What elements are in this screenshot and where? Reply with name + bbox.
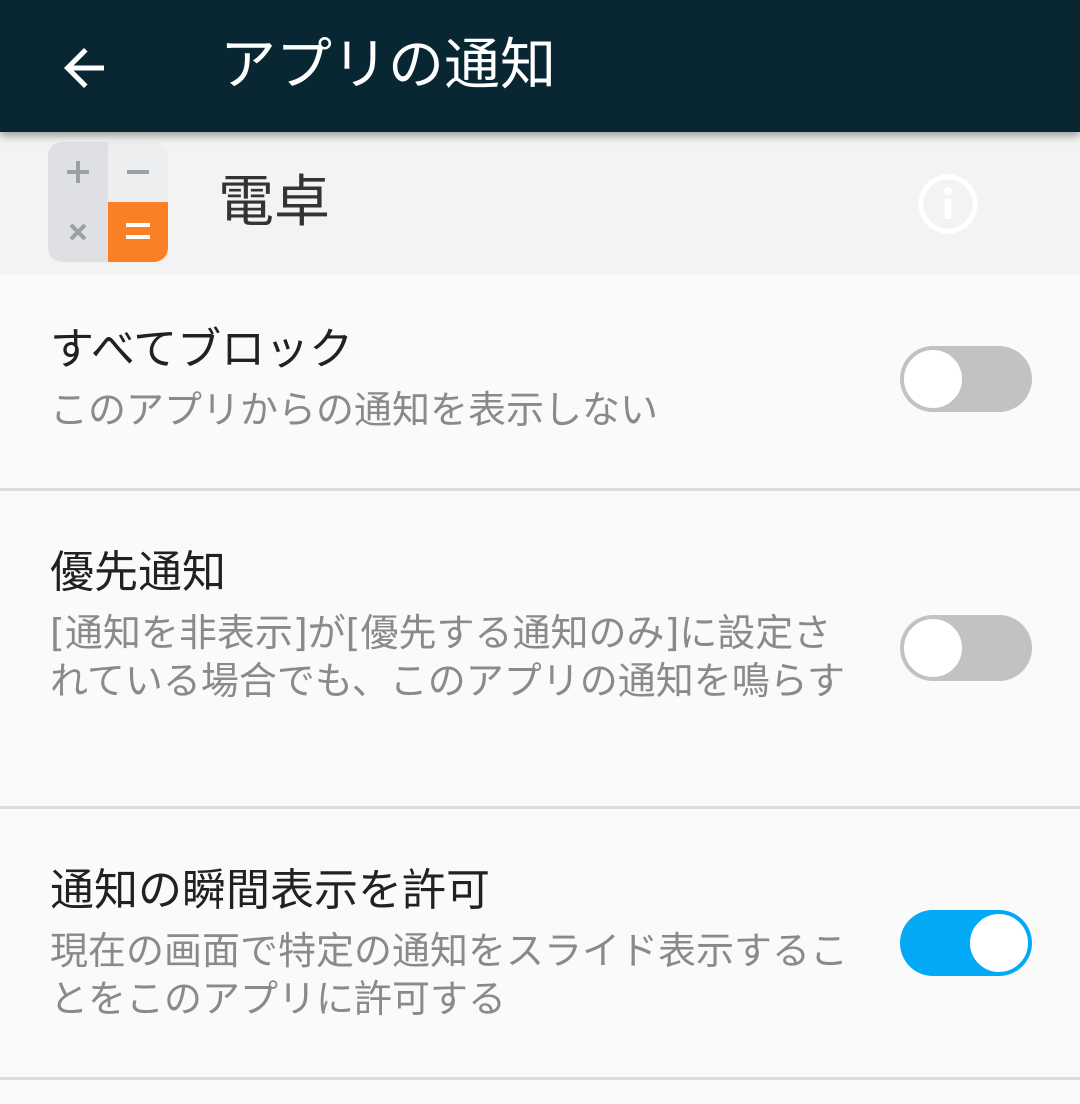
app-bar: アプリの通知 <box>0 0 1080 132</box>
divider <box>0 1077 1080 1080</box>
setting-allow-peeking[interactable]: 通知の瞬間表示を許可 現在の画面で特定の通知をスライド表示することをこのアプリに… <box>0 809 1080 1077</box>
app-info-button[interactable] <box>912 168 984 240</box>
arrow-left-icon <box>64 48 104 88</box>
setting-description: [通知を非表示]が[優先する通知のみ]に設定されている場合でも、このアプリの通知… <box>50 611 845 703</box>
back-button[interactable] <box>34 18 134 118</box>
setting-description: このアプリからの通知を表示しない <box>50 388 659 432</box>
setting-description: 現在の画面で特定の通知をスライド表示することをこのアプリに許可する <box>50 929 849 1021</box>
setting-block-all[interactable]: すべてブロック このアプリからの通知を表示しない <box>0 274 1080 488</box>
calculator-icon <box>48 142 168 262</box>
info-icon <box>918 174 978 234</box>
page-title: アプリの通知 <box>220 33 556 98</box>
app-notifications-screen: アプリの通知 電卓 すべてブロック このアプリからの通知を表示しない 優先通知 … <box>0 0 1080 1104</box>
switch-thumb <box>968 912 1030 974</box>
block-all-switch[interactable] <box>900 346 1032 412</box>
app-name: 電卓 <box>218 170 330 235</box>
setting-title: 通知の瞬間表示を許可 <box>50 865 490 916</box>
allow-peeking-switch[interactable] <box>900 910 1032 976</box>
setting-title: すべてブロック <box>50 324 354 375</box>
switch-thumb <box>902 617 964 679</box>
app-header: 電卓 <box>0 132 1080 274</box>
setting-title: 優先通知 <box>50 547 226 598</box>
priority-switch[interactable] <box>900 615 1032 681</box>
switch-thumb <box>902 348 964 410</box>
setting-priority[interactable]: 優先通知 [通知を非表示]が[優先する通知のみ]に設定されている場合でも、このア… <box>0 491 1080 806</box>
